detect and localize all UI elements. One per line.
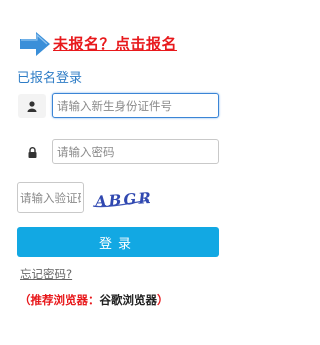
user-icon xyxy=(18,94,46,118)
tip-browser-name: 谷歌浏览器 xyxy=(99,293,158,307)
password-input[interactable] xyxy=(52,139,219,164)
tip-open-paren: （ xyxy=(19,293,31,307)
captcha-input[interactable] xyxy=(17,182,84,213)
login-section-title: 已报名登录 xyxy=(17,71,83,86)
svg-text:ABGR: ABGR xyxy=(92,189,150,211)
arrow-right-icon xyxy=(20,32,50,56)
tip-label: 推荐浏览器： xyxy=(30,293,100,307)
captcha-image[interactable]: ABGR xyxy=(92,188,150,212)
forgot-password-link[interactable]: 忘记密码? xyxy=(20,266,72,282)
register-link[interactable]: 未报名？点击报名 xyxy=(53,33,177,54)
tip-close-paren: ） xyxy=(157,293,169,307)
id-number-input[interactable] xyxy=(52,93,219,118)
lock-icon xyxy=(18,140,46,164)
login-button[interactable]: 登录 xyxy=(17,227,219,257)
browser-recommendation: （推荐浏览器：谷歌浏览器） xyxy=(19,292,169,308)
